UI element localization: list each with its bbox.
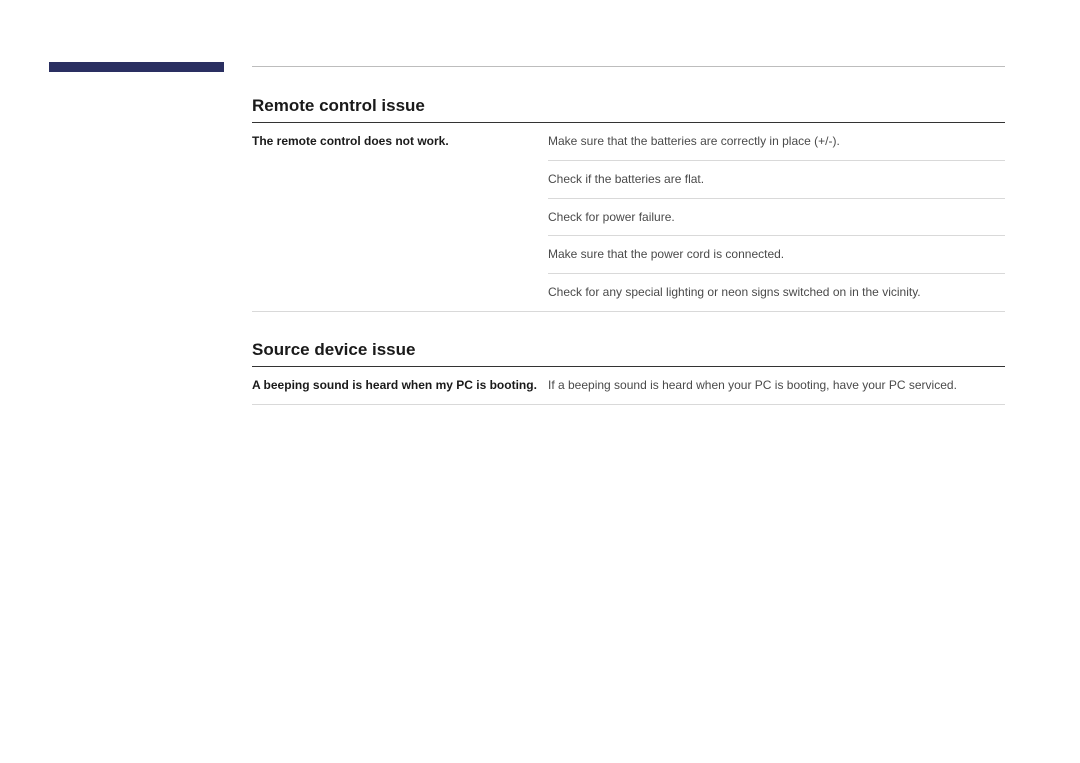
section-title-source-device: Source device issue xyxy=(252,340,1005,367)
solution-text: Check for any special lighting or neon s… xyxy=(548,273,1005,311)
solution-cell: Make sure that the batteries are correct… xyxy=(548,123,1005,311)
accent-bar xyxy=(49,62,224,72)
problem-label: The remote control does not work. xyxy=(252,123,548,311)
solution-text: Make sure that the batteries are correct… xyxy=(548,123,1005,160)
solution-text: Check for power failure. xyxy=(548,198,1005,236)
table-row: A beeping sound is heard when my PC is b… xyxy=(252,367,1005,405)
problem-label: A beeping sound is heard when my PC is b… xyxy=(252,367,548,404)
solution-text: Check if the batteries are flat. xyxy=(548,160,1005,198)
solution-text: If a beeping sound is heard when your PC… xyxy=(548,367,1005,404)
solution-cell: If a beeping sound is heard when your PC… xyxy=(548,367,1005,404)
table-row: The remote control does not work. Make s… xyxy=(252,123,1005,312)
solution-text: Make sure that the power cord is connect… xyxy=(548,235,1005,273)
section-title-remote-control: Remote control issue xyxy=(252,96,1005,123)
page-content: Remote control issue The remote control … xyxy=(252,96,1005,405)
top-divider xyxy=(252,66,1005,67)
